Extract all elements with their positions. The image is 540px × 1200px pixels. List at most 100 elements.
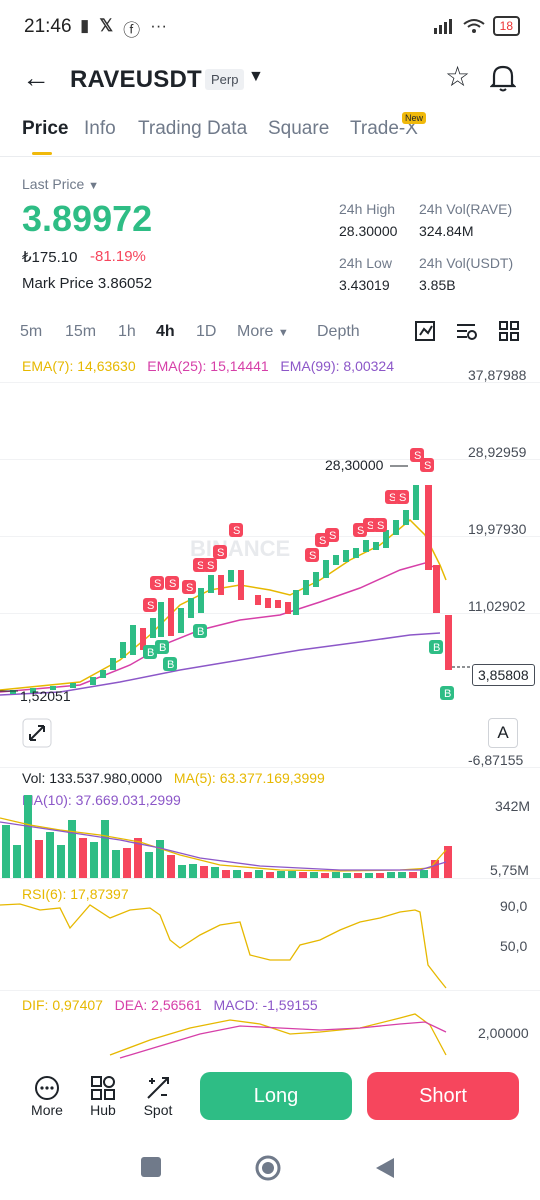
stat-24h-high: 24h High 28.30000: [339, 201, 398, 239]
pair-title[interactable]: RAVEUSDT: [70, 66, 202, 94]
stat-24h-low: 24h Low 3.43019: [339, 255, 392, 293]
more-button[interactable]: More: [22, 1074, 72, 1118]
chart-settings-icon[interactable]: [414, 320, 436, 342]
volume-chart: [0, 795, 452, 878]
interval-more[interactable]: More ▼: [237, 323, 289, 341]
system-nav-bar: [0, 1140, 540, 1200]
hub-button[interactable]: Hub: [78, 1074, 128, 1118]
interval-15m[interactable]: 15m: [65, 323, 96, 341]
svg-text:S: S: [154, 578, 161, 590]
chevron-down-icon[interactable]: ▼: [248, 68, 264, 86]
back-arrow-icon[interactable]: ←: [22, 64, 50, 92]
binance-watermark: BINANCE: [190, 536, 290, 561]
candles: [10, 485, 452, 694]
pair-header: ← RAVEUSDT Perp ▼ ☆: [0, 56, 540, 106]
macd-chart: [109, 1013, 447, 1059]
volume-legend: Vol: 133.537.980,0000 MA(5): 63.377.169,…: [22, 770, 325, 786]
new-badge: New: [402, 112, 427, 124]
volume-ma5: MA(5): 63.377.169,3999: [173, 770, 325, 786]
main-tabs: Price Info Trading Data Square Trade-X N…: [0, 112, 540, 157]
svg-text:S: S: [399, 492, 406, 504]
spot-button[interactable]: Spot: [133, 1074, 183, 1118]
grid-layout-icon[interactable]: [498, 320, 520, 342]
stat-24h-vol-base: 24h Vol(RAVE) 324.84M: [419, 201, 513, 239]
chevron-down-icon: ▼: [277, 327, 289, 339]
svg-text:B: B: [147, 647, 154, 659]
hub-icon: [91, 1076, 115, 1100]
svg-text:S: S: [329, 530, 336, 542]
long-button[interactable]: Long: [200, 1072, 352, 1120]
recents-icon[interactable]: [141, 1157, 161, 1177]
stat-24h-vol-quote: 24h Vol(USDT) 3.85B: [419, 255, 514, 293]
more-dots-icon: ···: [150, 16, 168, 35]
tab-trading-data[interactable]: Trading Data: [138, 118, 247, 140]
svg-text:B: B: [159, 642, 166, 654]
chevron-down-icon: ▼: [88, 180, 100, 192]
svg-text:B: B: [167, 659, 174, 671]
status-bar: 21:46 ▮ 𝕏 ⓕ ··· 18: [0, 0, 540, 56]
status-app-icons: ▮ 𝕏 ⓕ ···: [80, 16, 167, 41]
bottom-action-bar: More Hub Spot Long Short: [0, 1062, 540, 1138]
ema-legend: EMA(7): 14,63630 EMA(25): 15,14441 EMA(9…: [22, 358, 394, 374]
svg-text:S: S: [233, 525, 240, 537]
contract-type-badge: Perp: [205, 69, 245, 90]
tab-price[interactable]: Price: [22, 118, 68, 140]
back-icon[interactable]: [374, 1156, 396, 1180]
home-icon[interactable]: [254, 1154, 282, 1182]
mark-price: Mark Price 3.86052: [22, 275, 153, 292]
svg-text:B: B: [433, 642, 440, 654]
ema7-value: EMA(7): 14,63630: [22, 358, 136, 374]
favorite-star-icon[interactable]: ☆: [445, 60, 470, 93]
active-tab-indicator: [32, 152, 52, 155]
volume-value: Vol: 133.537.980,0000: [22, 770, 163, 786]
volume-axis-top: 342M: [495, 798, 531, 814]
auto-scale-button[interactable]: A: [488, 718, 518, 748]
price-axis-label: 11,02902: [468, 598, 526, 614]
price-axis-label: -6,87155: [468, 752, 524, 768]
ema99-value: EMA(99): 8,00324: [280, 358, 394, 374]
svg-text:S: S: [309, 550, 316, 562]
svg-text:B: B: [197, 626, 204, 638]
svg-text:S: S: [207, 560, 214, 572]
svg-text:S: S: [169, 578, 176, 590]
candlestick-chart[interactable]: BINANCE S S S S S S S S S S S S S S S S …: [0, 380, 470, 710]
interval-5m[interactable]: 5m: [20, 323, 42, 341]
facebook-icon: ⓕ: [123, 21, 141, 40]
sell-markers: S S S S S S S S S S S S S S S S S S: [143, 448, 434, 612]
wifi-icon: [463, 19, 485, 33]
expand-chart-icon[interactable]: [22, 718, 52, 748]
high-marker-label: 28,30000: [325, 457, 384, 473]
battery-icon: 18: [492, 16, 520, 36]
interval-1d[interactable]: 1D: [196, 323, 216, 341]
svg-text:S: S: [217, 547, 224, 559]
bell-icon[interactable]: [490, 64, 516, 92]
svg-text:S: S: [377, 520, 384, 532]
change-percent: -81.19%: [90, 248, 146, 265]
macd-axis: 2,00000: [478, 1025, 529, 1041]
ema25-value: EMA(25): 15,14441: [147, 358, 269, 374]
interval-bar: 5m 15m 1h 4h 1D More ▼ Depth: [0, 320, 540, 346]
svg-text:S: S: [424, 460, 431, 472]
svg-text:S: S: [147, 600, 154, 612]
indicator-settings-icon[interactable]: [455, 320, 479, 342]
current-price-tag: 3,85808: [472, 664, 535, 686]
price-axis-label: 19,97930: [468, 521, 527, 537]
rsi-chart: [0, 903, 447, 989]
last-price-label[interactable]: Last Price ▼: [22, 176, 99, 192]
rsi-axis-top: 90,0: [500, 898, 528, 914]
volume-axis-bottom: 5,75M: [490, 862, 529, 878]
x-icon: 𝕏: [99, 16, 114, 35]
interval-4h[interactable]: 4h: [156, 323, 175, 341]
short-button[interactable]: Short: [367, 1072, 519, 1120]
signal-icon: [433, 19, 452, 34]
tab-square[interactable]: Square: [268, 118, 329, 140]
depth-tab[interactable]: Depth: [317, 323, 360, 341]
rsi-axis-mid: 50,0: [500, 938, 528, 954]
svg-text:B: B: [444, 688, 451, 700]
status-time: 21:46: [24, 16, 72, 37]
interval-1h[interactable]: 1h: [118, 323, 136, 341]
tab-info[interactable]: Info: [84, 118, 116, 140]
spot-icon: [147, 1077, 169, 1099]
sim-icon: ▮: [80, 16, 90, 35]
price-axis-label: 37,87988: [468, 367, 527, 383]
